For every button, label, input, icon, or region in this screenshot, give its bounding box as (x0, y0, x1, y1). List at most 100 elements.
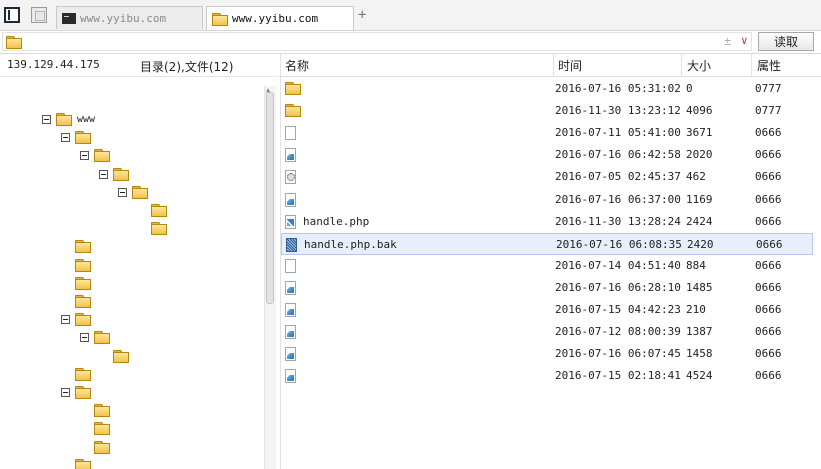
tree-node[interactable] (61, 311, 96, 327)
image-file-icon (285, 347, 296, 364)
file-size: 2424 (686, 215, 713, 228)
file-attr: 0666 (756, 238, 783, 251)
tree-node[interactable] (61, 129, 96, 145)
dir-summary: 目录(2),文件(12) (140, 60, 234, 74)
tree-node[interactable] (75, 457, 96, 469)
col-time[interactable]: 时间 (558, 57, 582, 73)
column-divider[interactable] (553, 54, 554, 76)
file-row[interactable]: 2016-07-16 06:37:00 1169 0666 (281, 189, 813, 211)
tab-label: www.yyibu.com (232, 12, 319, 25)
tree-node[interactable] (151, 202, 172, 218)
file-attr: 0777 (755, 104, 782, 117)
collapse-toggle-icon[interactable] (61, 387, 70, 397)
column-divider[interactable] (751, 54, 752, 76)
file-row[interactable]: handle.php 2016-11-30 13:28:24 2424 0666 (281, 211, 813, 233)
tree-node[interactable] (75, 366, 96, 382)
new-window-icon[interactable] (31, 7, 47, 23)
folder-icon (285, 104, 301, 119)
file-size: 3671 (686, 126, 713, 139)
tree-node[interactable] (151, 220, 172, 236)
tab-terminal[interactable]: www.yyibu.com (56, 6, 203, 29)
file-row[interactable]: 2016-07-05 02:45:37 462 0666 (281, 166, 813, 188)
directory-tree: www (0, 76, 262, 469)
col-name[interactable]: 名称 (285, 57, 309, 73)
col-size[interactable]: 大小 (687, 57, 711, 73)
collapse-toggle-icon[interactable] (61, 314, 70, 324)
tree-node[interactable] (99, 166, 134, 182)
tab-file-manager[interactable]: www.yyibu.com (206, 6, 354, 30)
tree-node[interactable] (80, 147, 115, 163)
file-size: 462 (686, 170, 706, 183)
folder-icon (113, 168, 129, 181)
file-time: 2016-07-16 06:28:10 (555, 281, 681, 294)
tree-node[interactable] (75, 275, 96, 291)
file-row[interactable]: 2016-07-11 05:41:00 3671 0666 (281, 122, 813, 144)
chevron-down-icon[interactable]: ∨ (741, 34, 748, 47)
file-attr: 0666 (755, 126, 782, 139)
tree-node[interactable] (61, 384, 96, 400)
file-size: 4524 (686, 369, 713, 382)
read-button[interactable]: 读取 (758, 32, 814, 51)
file-row[interactable]: 2016-07-15 02:18:41 4524 0666 (281, 365, 813, 387)
image-file-icon (285, 303, 296, 320)
folder-icon (94, 331, 110, 344)
config-file-icon (285, 170, 296, 187)
tab-bar: www.yyibu.com www.yyibu.com + (0, 0, 821, 31)
tree-header: 139.129.44.175 目录(2),文件(12) (0, 54, 279, 77)
folder-icon (56, 113, 72, 126)
tree-node[interactable] (118, 184, 153, 200)
file-time: 2016-07-14 04:51:40 (555, 259, 681, 272)
panel-toggle-icon[interactable] (4, 7, 20, 23)
tree-node[interactable] (75, 257, 96, 273)
tree-node[interactable] (75, 293, 96, 309)
add-tab-button[interactable]: + (358, 8, 366, 22)
file-row[interactable]: 2016-07-16 05:31:02 0 0777 (281, 78, 813, 100)
tree-node-label: www (77, 113, 96, 125)
column-divider[interactable] (681, 54, 682, 76)
clear-icon[interactable]: ± (724, 34, 731, 48)
collapse-toggle-icon[interactable] (118, 187, 127, 197)
tree-node[interactable] (113, 348, 134, 364)
terminal-icon (62, 12, 76, 24)
file-time: 2016-07-16 06:08:35 (556, 238, 682, 251)
tree-scrollbar[interactable]: ▲ (264, 86, 276, 469)
col-attr[interactable]: 属性 (757, 57, 781, 73)
tree-node[interactable] (80, 329, 115, 345)
tree-node[interactable] (94, 402, 115, 418)
file-time: 2016-11-30 13:28:24 (555, 215, 681, 228)
collapse-toggle-icon[interactable] (42, 114, 51, 124)
file-time: 2016-07-16 06:42:58 (555, 148, 681, 161)
collapse-toggle-icon[interactable] (61, 132, 70, 142)
file-row[interactable]: handle.php.bak 2016-07-16 06:08:35 2420 066… (281, 233, 813, 255)
folder-icon (151, 204, 167, 217)
image-file-icon (285, 193, 296, 210)
file-size: 210 (686, 303, 706, 316)
column-header: 名称 时间 大小 属性 (281, 54, 821, 77)
tree-node[interactable] (75, 238, 96, 254)
folder-icon (285, 82, 301, 97)
file-row[interactable]: 2016-07-16 06:28:10 1485 0666 (281, 277, 813, 299)
file-time: 2016-07-05 02:45:37 (555, 170, 681, 183)
folder-icon (75, 368, 91, 381)
folder-icon (75, 240, 91, 253)
file-size: 2020 (686, 148, 713, 161)
tree-node[interactable] (94, 439, 115, 455)
tree-node[interactable]: www (42, 111, 95, 127)
backup-file-icon (286, 238, 297, 255)
file-row[interactable]: 2016-07-16 06:07:45 1458 0666 (281, 343, 813, 365)
folder-icon (75, 295, 91, 308)
file-size: 1387 (686, 325, 713, 338)
path-input[interactable]: ± ∨ (2, 32, 752, 51)
folder-icon (113, 350, 129, 363)
file-row[interactable]: 2016-07-16 06:42:58 2020 0666 (281, 144, 813, 166)
scrollbar-thumb[interactable] (266, 92, 274, 304)
collapse-toggle-icon[interactable] (80, 150, 89, 160)
tree-node[interactable] (94, 420, 115, 436)
file-row[interactable]: 2016-11-30 13:23:12 4096 0777 (281, 100, 813, 122)
file-row[interactable]: 2016-07-15 04:42:23 210 0666 (281, 299, 813, 321)
file-name: handle.php.bak (304, 238, 397, 251)
file-row[interactable]: 2016-07-14 04:51:40 884 0666 (281, 255, 813, 277)
collapse-toggle-icon[interactable] (80, 332, 89, 342)
collapse-toggle-icon[interactable] (99, 169, 108, 179)
file-row[interactable]: 2016-07-12 08:00:39 1387 0666 (281, 321, 813, 343)
